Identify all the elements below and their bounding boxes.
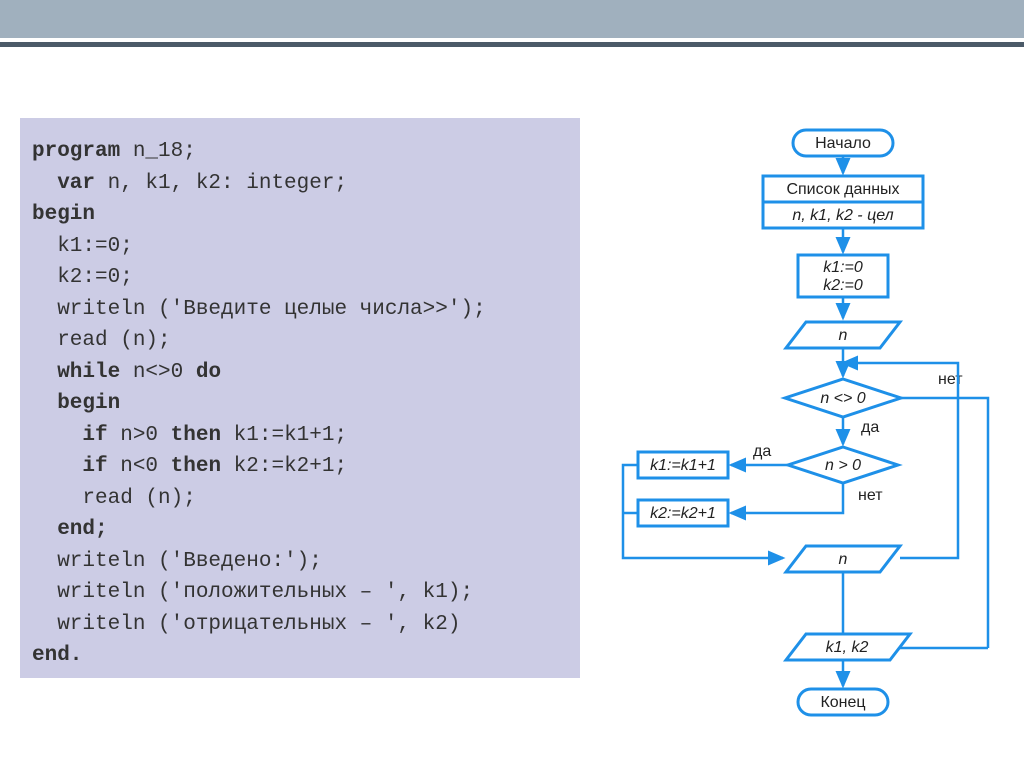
fc-start-label: Начало bbox=[815, 135, 871, 152]
fc-end-label: Конец bbox=[820, 694, 865, 711]
header-band bbox=[0, 0, 1024, 38]
fc-cond1-label: n <> 0 bbox=[820, 390, 865, 407]
kw-var: var bbox=[32, 172, 95, 195]
fc-init2-label: k2:=0 bbox=[823, 277, 863, 294]
code-text: writeln ('отрицательных – ', k2) bbox=[32, 613, 460, 636]
code-text: k1:=0; bbox=[32, 235, 133, 258]
fc-output-label: k1, k2 bbox=[826, 639, 869, 656]
fc-cond1-yes: да bbox=[861, 419, 879, 436]
fc-cond2-no: нет bbox=[858, 487, 883, 504]
kw-begin2: begin bbox=[32, 392, 120, 415]
code-text: k2:=0; bbox=[32, 266, 133, 289]
kw-do: do bbox=[196, 361, 221, 384]
code-text: writeln ('Введено:'); bbox=[32, 550, 322, 573]
code-text: read (n); bbox=[32, 329, 171, 352]
kw-begin: begin bbox=[32, 203, 95, 226]
fc-inc2-label: k2:=k2+1 bbox=[650, 505, 716, 522]
kw-program: program bbox=[32, 140, 120, 163]
kw-then2: then bbox=[171, 455, 221, 478]
kw-while: while bbox=[32, 361, 120, 384]
fc-vars-label: n, k1, k2 - цел bbox=[792, 207, 893, 224]
kw-if: if bbox=[32, 424, 108, 447]
code-text: n<>0 bbox=[120, 361, 196, 384]
kw-end: end; bbox=[32, 518, 108, 541]
code-text: read (n); bbox=[32, 487, 196, 510]
fc-inc1-label: k1:=k1+1 bbox=[650, 457, 716, 474]
flowchart: Начало Список данных n, k1, k2 - цел k1:… bbox=[608, 118, 1008, 758]
code-text: writeln ('положительных – ', k1); bbox=[32, 581, 473, 604]
code-text: k2:=k2+1; bbox=[221, 455, 347, 478]
code-text: n, k1, k2: integer; bbox=[95, 172, 347, 195]
kw-end2: end. bbox=[32, 644, 82, 667]
fc-cond2-label: n > 0 bbox=[825, 457, 861, 474]
header-line bbox=[0, 42, 1024, 47]
code-text: n>0 bbox=[108, 424, 171, 447]
fc-init1-label: k1:=0 bbox=[823, 259, 863, 276]
code-text: writeln ('Введите целые числа>>'); bbox=[32, 298, 486, 321]
fc-cond1-no: нет bbox=[938, 371, 963, 388]
kw-then: then bbox=[171, 424, 221, 447]
fc-input-n2-label: n bbox=[839, 551, 848, 568]
fc-input-n-label: n bbox=[839, 327, 848, 344]
fc-cond2-yes: да bbox=[753, 443, 771, 460]
code-text: n_18; bbox=[120, 140, 196, 163]
code-text: k1:=k1+1; bbox=[221, 424, 347, 447]
kw-if2: if bbox=[32, 455, 108, 478]
code-text: n<0 bbox=[108, 455, 171, 478]
code-block: program n_18; var n, k1, k2: integer; be… bbox=[20, 118, 580, 678]
fc-datalist-label: Список данных bbox=[786, 181, 899, 198]
